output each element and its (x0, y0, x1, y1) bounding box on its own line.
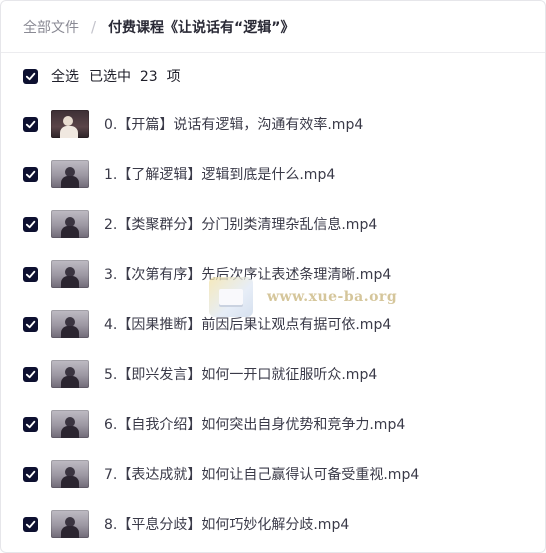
file-name[interactable]: 1.【了解逻辑】逻辑到底是什么.mp4 (104, 164, 335, 184)
selected-count: 已选中 23 项 (89, 69, 181, 85)
file-checkbox[interactable] (23, 416, 38, 432)
check-icon (25, 520, 36, 528)
video-thumbnail (51, 460, 89, 488)
check-icon (25, 72, 36, 80)
file-checkbox[interactable] (23, 116, 38, 132)
file-checkbox[interactable] (23, 366, 38, 382)
breadcrumb-current-folder: 付费课程《让说话有“逻辑”》 (108, 19, 295, 36)
file-name[interactable]: 2.【类聚群分】分门别类清理杂乱信息.mp4 (104, 214, 377, 234)
file-row[interactable]: 6.【自我介绍】如何突出自身优势和竞争力.mp4 (1, 399, 545, 449)
file-browser-panel: 全部文件 / 付费课程《让说话有“逻辑”》 全选 已选中 23 项 0.【开篇】… (0, 0, 546, 553)
video-thumbnail (51, 360, 89, 388)
file-row[interactable]: 7.【表达成就】如何让自己赢得认可备受重视.mp4 (1, 449, 545, 499)
select-all-label[interactable]: 全选 (51, 66, 79, 86)
breadcrumb: 全部文件 / 付费课程《让说话有“逻辑”》 (1, 1, 545, 53)
check-icon (25, 320, 36, 328)
file-name[interactable]: 0.【开篇】说话有逻辑，沟通有效率.mp4 (104, 114, 363, 134)
video-thumbnail (51, 160, 89, 188)
file-name[interactable]: 4.【因果推断】前因后果让观点有据可依.mp4 (104, 314, 391, 334)
check-icon (25, 270, 36, 278)
breadcrumb-separator: / (91, 17, 97, 36)
file-row[interactable]: 2.【类聚群分】分门别类清理杂乱信息.mp4 (1, 199, 545, 249)
file-row[interactable]: 0.【开篇】说话有逻辑，沟通有效率.mp4 (1, 99, 545, 149)
file-list: 0.【开篇】说话有逻辑，沟通有效率.mp4 1.【了解逻辑】逻辑到底是什么.mp… (1, 99, 545, 549)
check-icon (25, 420, 36, 428)
video-thumbnail (51, 210, 89, 238)
select-all-checkbox[interactable] (23, 68, 38, 84)
file-row[interactable]: 1.【了解逻辑】逻辑到底是什么.mp4 (1, 149, 545, 199)
check-icon (25, 220, 36, 228)
video-thumbnail (51, 510, 89, 538)
file-row[interactable]: 3.【次第有序】先后次序让表述条理清晰.mp4 (1, 249, 545, 299)
file-name[interactable]: 5.【即兴发言】如何一开口就征服听众.mp4 (104, 364, 377, 384)
file-row[interactable]: 8.【平息分歧】如何巧妙化解分歧.mp4 (1, 499, 545, 549)
check-icon (25, 370, 36, 378)
file-name[interactable]: 8.【平息分歧】如何巧妙化解分歧.mp4 (104, 514, 349, 534)
video-thumbnail (51, 310, 89, 338)
file-row[interactable]: 5.【即兴发言】如何一开口就征服听众.mp4 (1, 349, 545, 399)
file-row[interactable]: 4.【因果推断】前因后果让观点有据可依.mp4 (1, 299, 545, 349)
file-name[interactable]: 7.【表达成就】如何让自己赢得认可备受重视.mp4 (104, 464, 419, 484)
file-name[interactable]: 3.【次第有序】先后次序让表述条理清晰.mp4 (104, 264, 391, 284)
video-thumbnail (51, 260, 89, 288)
file-checkbox[interactable] (23, 516, 38, 532)
check-icon (25, 170, 36, 178)
check-icon (25, 470, 36, 478)
video-thumbnail (51, 410, 89, 438)
breadcrumb-root-link[interactable]: 全部文件 (23, 17, 79, 37)
selection-bar: 全选 已选中 23 项 (1, 53, 545, 99)
file-checkbox[interactable] (23, 466, 38, 482)
file-checkbox[interactable] (23, 266, 38, 282)
file-checkbox[interactable] (23, 166, 38, 182)
check-icon (25, 120, 36, 128)
video-thumbnail (51, 110, 89, 138)
file-checkbox[interactable] (23, 316, 38, 332)
file-name[interactable]: 6.【自我介绍】如何突出自身优势和竞争力.mp4 (104, 414, 405, 434)
file-checkbox[interactable] (23, 216, 38, 232)
